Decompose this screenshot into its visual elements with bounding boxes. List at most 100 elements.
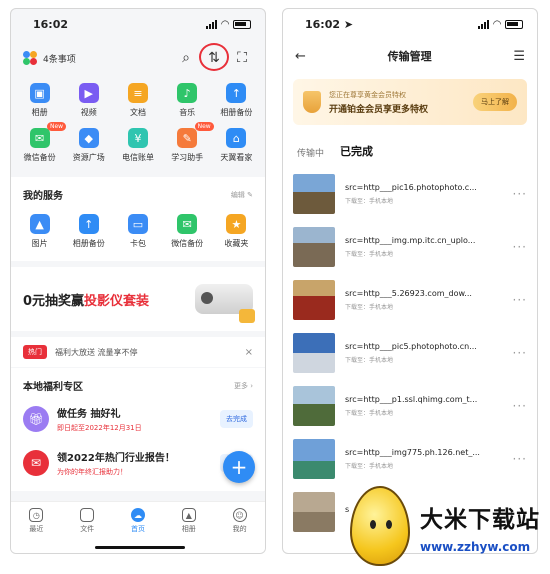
search-icon[interactable]: ⌕ bbox=[175, 47, 197, 69]
learn-more-button[interactable]: 马上了解 bbox=[473, 93, 517, 111]
services-edit-button[interactable]: 编辑 ✎ bbox=[231, 190, 253, 200]
file-thumbnail bbox=[293, 385, 335, 426]
mascot-egg-icon bbox=[350, 486, 410, 566]
transfer-icon[interactable]: ⇅ bbox=[199, 43, 229, 71]
highlight-circle bbox=[199, 43, 229, 71]
card-icon: ▭ bbox=[127, 214, 148, 234]
more-icon[interactable]: ··· bbox=[513, 346, 527, 360]
grid-item-video[interactable]: ▶ 视频 bbox=[64, 83, 113, 118]
more-icon[interactable]: ··· bbox=[513, 293, 527, 307]
list-item[interactable]: src=http___img.mp.itc.cn_uplo... 下载至：手机本地… bbox=[283, 220, 537, 273]
file-thumbnail bbox=[293, 332, 335, 373]
tab-recent[interactable]: ◷ 最近 bbox=[11, 502, 62, 553]
more-icon[interactable]: ··· bbox=[513, 240, 527, 254]
gift-icon: 🎁︎ bbox=[23, 406, 49, 432]
list-item[interactable]: src=http___5.26923.com_dow... 下载至：手机本地 ··… bbox=[283, 273, 537, 326]
scan-icon[interactable]: ⛶ bbox=[231, 47, 253, 69]
watermark-url: www.zzhyw.com bbox=[420, 540, 531, 554]
signal-icon bbox=[478, 19, 490, 29]
report-icon: ✉ bbox=[23, 450, 49, 476]
grid-item-album[interactable]: ▣ 相册 bbox=[15, 83, 64, 118]
clock-icon: ◷ bbox=[29, 508, 44, 522]
app-logo-icon bbox=[23, 51, 37, 65]
study-icon: ✎ bbox=[177, 128, 198, 148]
tab-transferring[interactable]: 传输中 bbox=[297, 146, 324, 159]
service-picture[interactable]: ▲ 图片 bbox=[15, 214, 64, 249]
signal-icon bbox=[206, 19, 218, 29]
picture-icon: ▲ bbox=[29, 214, 50, 234]
menu-icon[interactable]: ☰ bbox=[513, 49, 525, 64]
pending-items-link[interactable]: 4条事项 bbox=[43, 52, 169, 65]
lottery-banner[interactable]: 0元抽奖赢投影仪套装 bbox=[11, 267, 265, 331]
site-watermark: 大米下载站 www.zzhyw.com bbox=[350, 486, 550, 574]
album-backup-icon: ↑ bbox=[226, 83, 247, 103]
vip-banner[interactable]: 您正在尊享黄金会员特权 开通铂金会员享更多特权 马上了解 bbox=[293, 79, 527, 125]
services-title: 我的服务 bbox=[23, 191, 63, 202]
more-icon[interactable]: ··· bbox=[513, 187, 527, 201]
file-thumbnail bbox=[293, 226, 335, 267]
wifi-icon: ◠ bbox=[221, 18, 229, 30]
my-services: 我的服务 编辑 ✎ ▲ 图片 ↑ 相册备份 ▭ 卡包 ✉ 微信备份 ★ 收藏夹 bbox=[11, 177, 265, 261]
list-item[interactable]: src=http___pic5.photophoto.cn... 下载至：手机本地… bbox=[283, 326, 537, 379]
file-thumbnail bbox=[293, 173, 335, 214]
transfer-tabs: 传输中 已完成 bbox=[283, 131, 537, 165]
hot-notice[interactable]: 热门 福利大放送 流量享不停 × bbox=[11, 337, 265, 367]
grid-item-home-camera[interactable]: ⌂ 天翼看家 bbox=[212, 128, 261, 163]
battery-icon bbox=[233, 19, 251, 29]
add-fab-button[interactable]: + bbox=[223, 451, 255, 483]
grid-item-music[interactable]: ♪ 音乐 bbox=[163, 83, 212, 118]
vip-badge-icon bbox=[303, 91, 321, 113]
bill-icon: ¥ bbox=[127, 128, 148, 148]
cloud-icon: ☁ bbox=[130, 508, 145, 522]
home-screen: 16:02 ◠ 4条事项 ⌕ ⇅ ⛶ ▣ 相册 ▶ 视频 ≡ 文档 ♪ 音乐 ↑ 相册备份… bbox=[10, 8, 266, 554]
album-icon: ▣ bbox=[29, 83, 50, 103]
welfare-more-link[interactable]: 更多 › bbox=[234, 381, 253, 391]
file-thumbnail bbox=[293, 438, 335, 479]
resource-icon: ◆ bbox=[78, 128, 99, 148]
service-favorites[interactable]: ★ 收藏夹 bbox=[212, 214, 261, 249]
grid-item-album-backup[interactable]: ↑ 相册备份 bbox=[212, 83, 261, 118]
hot-tag: 热门 bbox=[23, 345, 47, 359]
status-bar: 16:02 ◠ bbox=[11, 9, 265, 39]
complete-button[interactable]: 去完成 bbox=[220, 410, 253, 428]
close-icon[interactable]: × bbox=[245, 347, 253, 358]
grid-item-wechat-backup[interactable]: ✉ 微信备份 New bbox=[15, 122, 67, 163]
video-icon: ▶ bbox=[78, 83, 99, 103]
list-item[interactable]: src=http___img775.ph.126.net_... 下载至：手机本地… bbox=[283, 432, 537, 485]
tab-mine[interactable]: ☺ 我的 bbox=[214, 502, 265, 553]
smile-icon: ☺ bbox=[232, 508, 247, 522]
grid-item-study[interactable]: ✎ 学习助手 New bbox=[163, 122, 214, 163]
list-item[interactable]: src=http___p1.ssl.qhimg.com_t... 下载至：手机本地… bbox=[283, 379, 537, 432]
more-icon[interactable]: ··· bbox=[513, 452, 527, 466]
grid-item-document[interactable]: ≡ 文档 bbox=[113, 83, 162, 118]
list-item[interactable]: src=http___pic16.photophoto.c... 下载至：手机本地… bbox=[283, 167, 537, 220]
status-bar: 16:02 ➤ ◠ bbox=[283, 9, 537, 39]
service-card[interactable]: ▭ 卡包 bbox=[113, 214, 162, 249]
status-time: 16:02 ➤ bbox=[305, 17, 354, 31]
photo-icon: ▲ bbox=[181, 508, 196, 522]
service-album-backup[interactable]: ↑ 相册备份 bbox=[64, 214, 113, 249]
home-indicator bbox=[95, 546, 185, 549]
wechat-backup-icon: ✉ bbox=[177, 214, 198, 234]
status-time: 16:02 bbox=[33, 17, 69, 31]
music-icon: ♪ bbox=[177, 83, 198, 103]
transfer-header: ← 传输管理 ☰ bbox=[283, 39, 537, 73]
task-item: 🎁︎ 做任务 抽好礼 即日起至2022年12月31日 去完成 bbox=[11, 397, 265, 441]
grid-item-bill[interactable]: ¥ 电信账单 bbox=[113, 128, 162, 163]
file-list: src=http___pic16.photophoto.c... 下载至：手机本地… bbox=[283, 165, 537, 540]
more-icon[interactable]: ··· bbox=[513, 399, 527, 413]
album-backup-icon: ↑ bbox=[78, 214, 99, 234]
battery-icon bbox=[505, 19, 523, 29]
welfare-title: 本地福利专区 bbox=[23, 382, 83, 393]
transfer-screen: 16:02 ➤ ◠ ← 传输管理 ☰ 您正在尊享黄金会员特权 开通铂金会员享更多… bbox=[282, 8, 538, 554]
grid-item-resource[interactable]: ◆ 资源广场 bbox=[64, 128, 113, 163]
hot-message: 福利大放送 流量享不停 bbox=[55, 347, 138, 357]
favorites-icon: ★ bbox=[226, 214, 247, 234]
wifi-icon: ◠ bbox=[493, 18, 501, 30]
document-icon: ≡ bbox=[127, 83, 148, 103]
folder-icon bbox=[80, 508, 95, 522]
tab-completed[interactable]: 已完成 bbox=[340, 143, 373, 159]
service-wechat-backup[interactable]: ✉ 微信备份 bbox=[163, 214, 212, 249]
quick-access-grid: ▣ 相册 ▶ 视频 ≡ 文档 ♪ 音乐 ↑ 相册备份 ✉ 微信备份 New ◆ 资源广场 ¥ 电信… bbox=[11, 77, 265, 171]
back-arrow-icon[interactable]: ← bbox=[295, 49, 306, 64]
